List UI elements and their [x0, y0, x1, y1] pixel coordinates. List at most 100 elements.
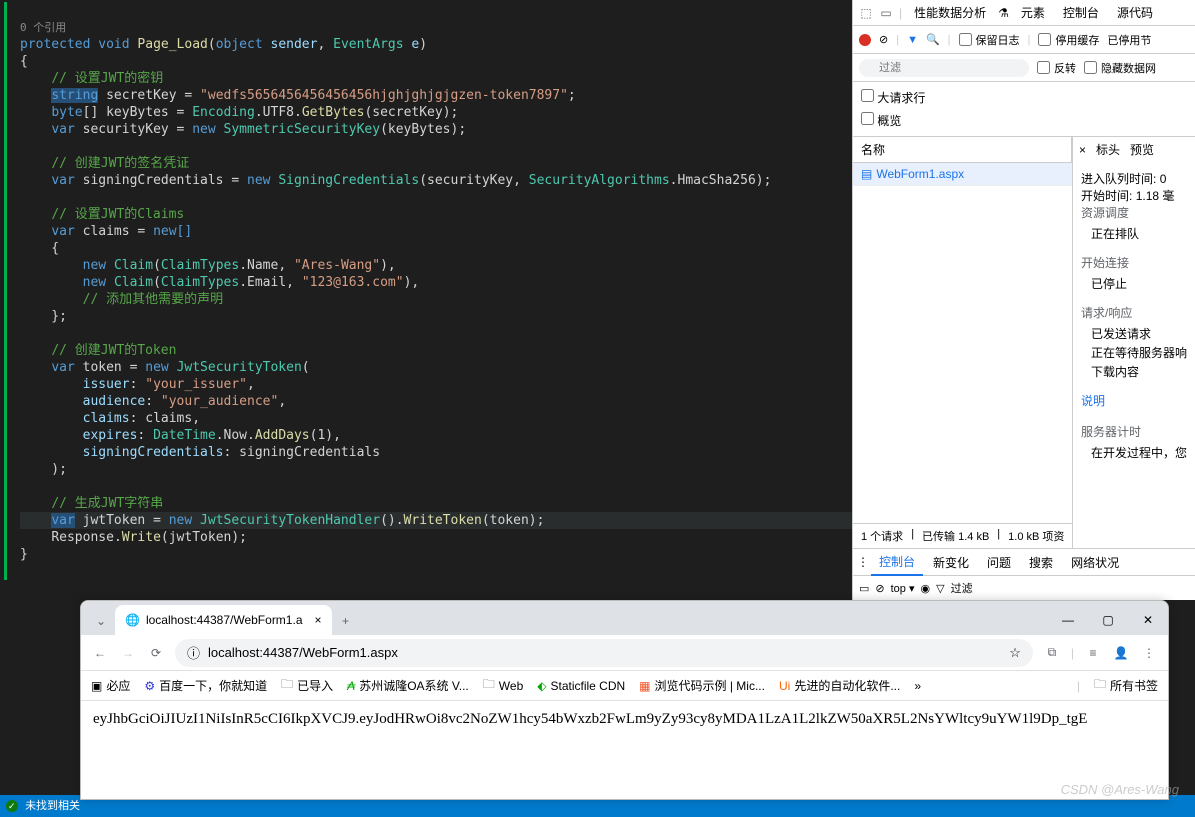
bm-suzhou[interactable]: ₳苏州诚隆OA系统 V...	[347, 677, 469, 694]
drawer-tab-network[interactable]: 网络状况	[1063, 550, 1127, 575]
filter-row: 反转 隐藏数据网	[853, 54, 1195, 82]
gutter	[0, 0, 14, 600]
request-name: WebForm1.aspx	[876, 167, 964, 181]
forward-icon[interactable]: →	[119, 644, 137, 662]
device-icon[interactable]: ▭	[879, 6, 893, 20]
disable-cache-checkbox[interactable]: 停用缓存	[1038, 32, 1099, 48]
devtools-top-toolbar: ⬚ ▭ | 性能数据分析⚗ 元素 控制台 源代码	[853, 0, 1195, 26]
globe-icon: 🌐	[125, 613, 140, 627]
name-column-header[interactable]: 名称	[853, 137, 1072, 162]
console-context[interactable]: top ▾	[891, 582, 915, 595]
browser-tab-strip: ⌄ 🌐 localhost:44387/WebForm1.a × + — ▢ ✕	[81, 601, 1168, 635]
bm-web[interactable]: 🗀Web	[483, 675, 523, 696]
drawer-tab-issues[interactable]: 问题	[979, 550, 1019, 575]
tab-elements[interactable]: 元素	[1015, 0, 1051, 25]
filter-input[interactable]	[859, 59, 1029, 77]
tab-console[interactable]: 控制台	[1057, 0, 1105, 25]
overview-checkbox[interactable]: 概览	[861, 109, 1187, 132]
reload-icon[interactable]: ⟳	[147, 644, 165, 662]
preserve-log-checkbox[interactable]: 保留日志	[959, 32, 1020, 48]
bm-import[interactable]: 🗀已导入	[281, 675, 333, 696]
server-timing-label: 服务器计时	[1081, 423, 1187, 440]
references-label: 0 个引用	[20, 21, 66, 34]
timing-panel: 进入队列时间: 0 开始时间: 1.18 毫 资源调度 正在排队 开始连接 已停…	[1073, 162, 1195, 481]
info-icon[interactable]: ⓘ	[187, 643, 200, 662]
inspect-icon[interactable]: ⬚	[859, 6, 873, 20]
console-sidebar-icon[interactable]: ▭	[859, 582, 869, 595]
big-requests-checkbox[interactable]: 大请求行	[861, 86, 1187, 109]
bm-all[interactable]: 🗀所有书签	[1094, 675, 1158, 696]
tab-dropdown-icon[interactable]: ⌄	[87, 607, 115, 635]
reading-list-icon[interactable]: ≡	[1084, 644, 1102, 662]
console-clear-icon[interactable]: ⊘	[875, 582, 884, 595]
watermark: CSDN @Ares-Wang	[1061, 782, 1179, 797]
bm-more-icon[interactable]: »	[914, 679, 921, 693]
tab-sources[interactable]: 源代码	[1111, 0, 1159, 25]
browser-window: ⌄ 🌐 localhost:44387/WebForm1.a × + — ▢ ✕…	[80, 600, 1169, 800]
requests-list: 名称 ▤ WebForm1.aspx 1 个请求| 已传输 1.4 kB| 1.…	[853, 137, 1073, 548]
close-window-icon[interactable]: ✕	[1128, 605, 1168, 635]
search-icon[interactable]: 🔍	[926, 33, 940, 46]
code-area[interactable]: 0 个引用 protected void Page_Load(object se…	[0, 0, 852, 580]
devtools-panel: ⬚ ▭ | 性能数据分析⚗ 元素 控制台 源代码 ⊘ | ▼ 🔍 | 保留日志 …	[852, 0, 1195, 600]
filter-icon[interactable]: ▼	[907, 34, 918, 46]
schedule-label: 资源调度	[1081, 204, 1187, 221]
throttle-select[interactable]: 已停用节	[1107, 32, 1151, 48]
perf-icon: ⚗	[998, 6, 1009, 20]
bm-static[interactable]: ⬖Staticfile CDN	[537, 679, 625, 693]
page-content: eyJhbGciOiJIUzI1NiIsInR5cCI6IkpXVCJ9.eyJ…	[81, 701, 1168, 738]
status-ok-icon	[6, 800, 18, 812]
new-tab-icon[interactable]: +	[332, 607, 360, 635]
star-icon[interactable]: ☆	[1009, 645, 1021, 661]
document-icon: ▤	[861, 167, 872, 181]
bm-ui[interactable]: Ui先进的自动化软件...	[779, 677, 900, 694]
back-icon[interactable]: ←	[91, 644, 109, 662]
record-icon[interactable]	[859, 34, 871, 46]
url-input[interactable]: ⓘ localhost:44387/WebForm1.aspx ☆	[175, 639, 1033, 667]
highlighted-token: string	[51, 88, 98, 103]
close-icon[interactable]: ×	[1079, 143, 1086, 157]
address-bar: ← → ⟳ ⓘ localhost:44387/WebForm1.aspx ☆ …	[81, 635, 1168, 671]
profile-icon[interactable]: 👤	[1112, 644, 1130, 662]
drawer-tab-search[interactable]: 搜索	[1021, 550, 1061, 575]
requests-count: 1 个请求	[861, 528, 903, 544]
console-filter-text[interactable]: 过滤	[951, 580, 973, 596]
drawer-tabs: ⋮ 控制台 新变化 问题 搜索 网络状况	[853, 548, 1195, 576]
console-filter-icon[interactable]: ▽	[936, 582, 944, 595]
minimize-icon[interactable]: —	[1048, 605, 1088, 635]
highlighted-token: var	[51, 513, 74, 528]
close-tab-icon[interactable]: ×	[315, 613, 322, 627]
detail-tabs: × 标头 预览	[1073, 137, 1195, 162]
code-editor: 0 个引用 protected void Page_Load(object se…	[0, 0, 852, 600]
tab-preview[interactable]: 预览	[1130, 141, 1154, 158]
request-response-label: 请求/响应	[1081, 304, 1187, 321]
clear-icon[interactable]: ⊘	[879, 33, 888, 46]
console-eye-icon[interactable]: ◉	[921, 582, 931, 595]
drawer-tab-whatsnew[interactable]: 新变化	[925, 550, 977, 575]
extensions-icon[interactable]: ⧉	[1043, 644, 1061, 662]
url-text: localhost:44387/WebForm1.aspx	[208, 645, 398, 660]
tab-headers[interactable]: 标头	[1096, 141, 1120, 158]
drawer-tab-console[interactable]: 控制台	[871, 549, 923, 576]
menu-icon[interactable]: ⋮	[1140, 644, 1158, 662]
bm-browse[interactable]: ▦浏览代码示例 | Mic...	[639, 677, 765, 694]
explanation-link[interactable]: 说明	[1081, 392, 1187, 409]
connection-label: 开始连接	[1081, 254, 1187, 271]
tab-performance[interactable]: 性能数据分析	[908, 0, 992, 25]
hide-data-checkbox[interactable]: 隐藏数据网	[1084, 60, 1156, 76]
console-drawer: ▭ ⊘ top ▾ ◉ ▽ 过滤	[853, 576, 1195, 600]
bm-bing[interactable]: ▣必应	[91, 677, 130, 694]
request-row[interactable]: ▤ WebForm1.aspx	[853, 163, 1072, 186]
network-toolbar: ⊘ | ▼ 🔍 | 保留日志 | 停用缓存 已停用节	[853, 26, 1195, 54]
bookmarks-bar: ▣必应 ⚙百度一下，你就知道 🗀已导入 ₳苏州诚隆OA系统 V... 🗀Web …	[81, 671, 1168, 701]
maximize-icon[interactable]: ▢	[1088, 605, 1128, 635]
invert-checkbox[interactable]: 反转	[1037, 60, 1076, 76]
view-options: 大请求行 概览	[853, 82, 1195, 137]
status-text: 未找到相关	[25, 800, 80, 812]
network-status: 1 个请求| 已传输 1.4 kB| 1.0 kB 项资	[853, 523, 1072, 548]
tab-title: localhost:44387/WebForm1.a	[146, 613, 303, 627]
drawer-menu-icon[interactable]: ⋮	[857, 555, 869, 569]
bm-baidu[interactable]: ⚙百度一下，你就知道	[144, 677, 267, 694]
browser-tab[interactable]: 🌐 localhost:44387/WebForm1.a ×	[115, 605, 332, 635]
resources: 1.0 kB 项资	[1008, 528, 1064, 544]
